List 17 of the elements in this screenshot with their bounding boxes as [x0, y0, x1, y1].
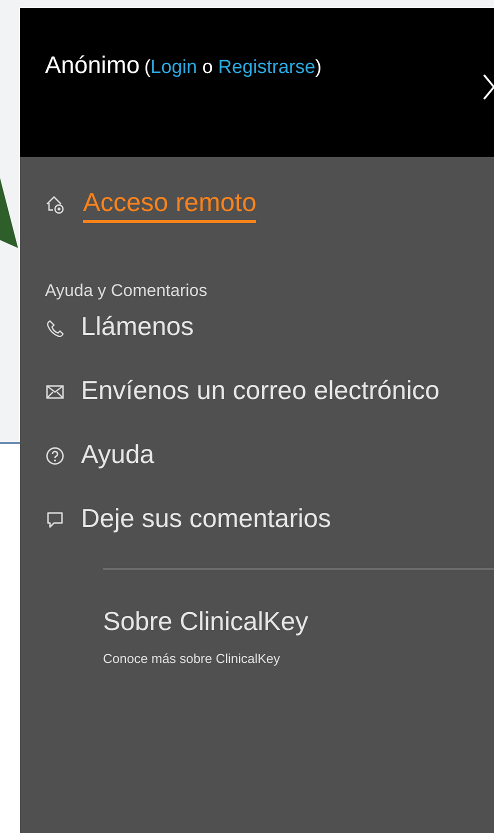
section-heading: Ayuda y Comentarios [45, 281, 208, 301]
auth-links-text: (Login o Registrarse) [144, 57, 322, 78]
phone-icon [45, 318, 65, 338]
menu-link[interactable]: Envíenos un correo electrónico [45, 369, 474, 412]
user-name: Anónimo [45, 52, 140, 79]
arrow-drawing [0, 178, 18, 248]
login-link[interactable]: Login [150, 57, 198, 78]
about-description: Conoce más sobre ClinicalKey [103, 651, 282, 666]
home-gear-icon [45, 195, 65, 215]
menu-link[interactable]: Llámenos [45, 305, 474, 348]
menu-link[interactable]: Ayuda [45, 433, 474, 476]
speech-bubble-icon [45, 510, 65, 530]
about-link[interactable]: Sobre ClinicalKey [103, 606, 308, 637]
register-link[interactable]: Registrarse [218, 57, 316, 78]
close-icon[interactable] [483, 74, 494, 100]
menu-link[interactable]: Deje sus comentarios [45, 497, 474, 540]
help-icon [45, 446, 65, 466]
